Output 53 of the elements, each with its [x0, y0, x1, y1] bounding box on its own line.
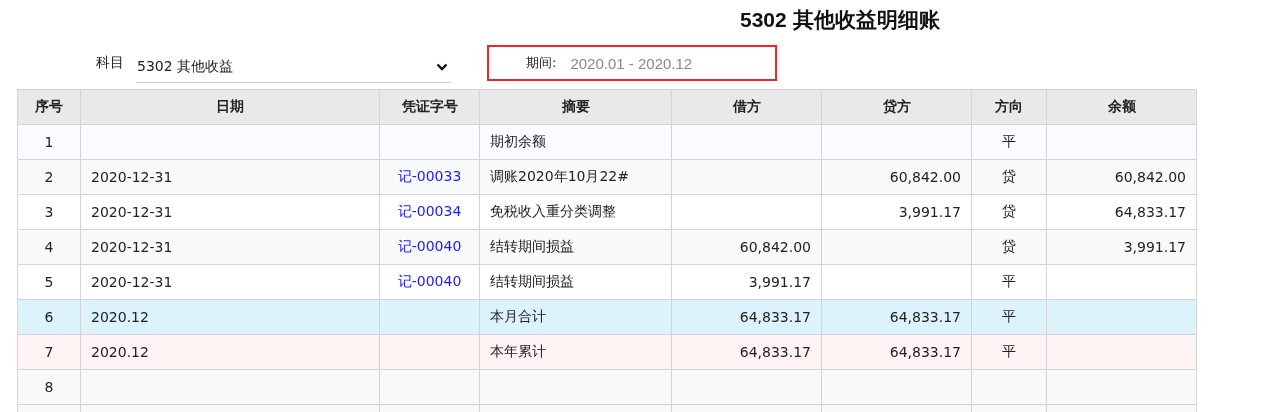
- table-cell: 贷: [971, 229, 1047, 265]
- table-cell: 2020-12-31: [80, 159, 380, 195]
- column-header[interactable]: 借方: [671, 89, 822, 125]
- table-cell: 期初余额: [479, 124, 672, 160]
- table-cell: 2020-12-31: [80, 264, 380, 300]
- table-cell: 平: [971, 264, 1047, 300]
- column-header[interactable]: 摘要: [479, 89, 672, 125]
- row-number-cell: 5: [17, 264, 81, 300]
- table-cell: 64,833.17: [1046, 194, 1197, 230]
- table-cell: 2020-12-31: [80, 194, 380, 230]
- row-number-cell: 6: [17, 299, 81, 335]
- row-number-cell: 1: [17, 124, 81, 160]
- table-cell: 64,833.17: [671, 334, 822, 370]
- column-header[interactable]: 凭证字号: [379, 89, 480, 125]
- table-cell: 2020-12-31: [80, 229, 380, 265]
- column-header[interactable]: 贷方: [821, 89, 972, 125]
- period-value: 2020.01 - 2020.12: [570, 54, 693, 72]
- row-number-cell: 3: [17, 194, 81, 230]
- row-number-cell: 4: [17, 229, 81, 265]
- table-cell: 3,991.17: [821, 194, 972, 230]
- table-cell: 2020.12: [80, 299, 380, 335]
- row-number-cell: 7: [17, 334, 81, 370]
- table-cell: 本年累计: [479, 334, 672, 370]
- ledger-title: 5302 其他收益明细账: [740, 7, 940, 33]
- table-cell: 60,842.00: [821, 159, 972, 195]
- table-cell: 64,833.17: [821, 299, 972, 335]
- table-cell: 贷: [971, 159, 1047, 195]
- column-header[interactable]: 余额: [1046, 89, 1197, 125]
- period-label: 期间:: [526, 54, 557, 72]
- table-cell: 3,991.17: [1046, 229, 1197, 265]
- table-cell: 免税收入重分类调整: [479, 194, 672, 230]
- table-cell: 64,833.17: [821, 334, 972, 370]
- table-cell: 平: [971, 299, 1047, 335]
- table-cell: 平: [971, 334, 1047, 370]
- table-cell: 结转期间损益: [479, 229, 672, 265]
- table-cell: 调账2020年10月22#: [479, 159, 672, 195]
- table-cell: 平: [971, 124, 1047, 160]
- subject-label: 科目: [96, 54, 124, 72]
- row-number-cell: 2: [17, 159, 81, 195]
- column-header[interactable]: 方向: [971, 89, 1047, 125]
- table-cell: 60,842.00: [671, 229, 822, 265]
- table-cell: 本月合计: [479, 299, 672, 335]
- subject-select[interactable]: 5302 其他收益: [136, 51, 451, 83]
- column-header[interactable]: 序号: [17, 89, 81, 125]
- table-cell: 贷: [971, 194, 1047, 230]
- column-header[interactable]: 日期: [80, 89, 380, 125]
- table-cell: 64,833.17: [671, 299, 822, 335]
- table-cell: 结转期间损益: [479, 264, 672, 300]
- table-cell: 60,842.00: [1046, 159, 1197, 195]
- row-number-cell: 8: [17, 369, 81, 405]
- table-cell: 3,991.17: [671, 264, 822, 300]
- chevron-down-icon: [436, 62, 448, 71]
- table-cell: 2020.12: [80, 334, 380, 370]
